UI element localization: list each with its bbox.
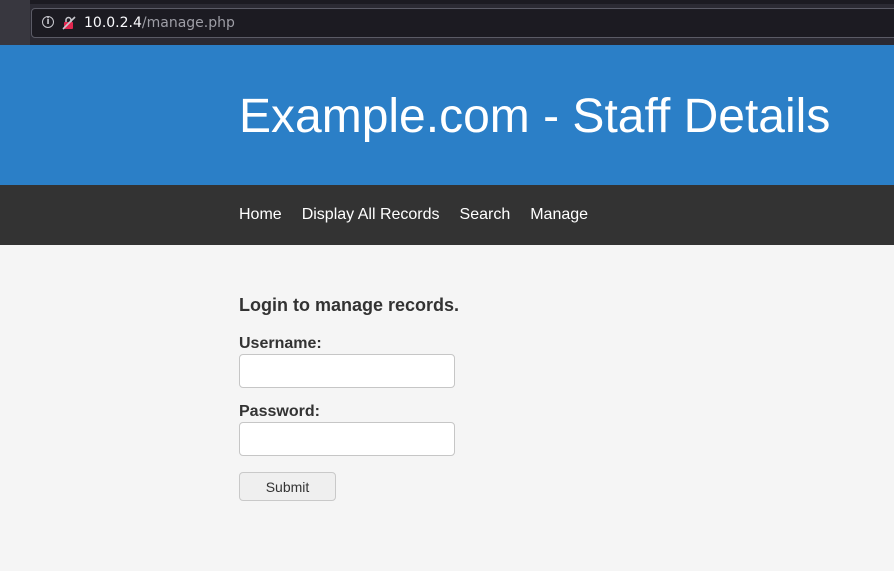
password-label: Password: — [239, 403, 320, 420]
url-text[interactable]: 10.0.2.4/manage.php — [84, 15, 235, 31]
url-host: 10.0.2.4 — [84, 15, 142, 31]
site-title: Example.com - Staff Details — [239, 90, 831, 143]
username-input[interactable] — [239, 354, 455, 388]
address-bar[interactable]: i 10.0.2.4/manage.php — [31, 8, 894, 38]
submit-button[interactable]: Submit — [239, 472, 336, 501]
info-icon[interactable]: i — [42, 16, 54, 28]
tab-strip-edge — [0, 0, 894, 4]
login-form: Username: Password: Submit — [239, 335, 659, 501]
nav-link-manage[interactable]: Manage — [530, 206, 588, 226]
username-label: Username: — [239, 335, 322, 352]
nav-link-display-all-records[interactable]: Display All Records — [302, 206, 440, 226]
site-header: Example.com - Staff Details — [0, 45, 894, 185]
url-path: /manage.php — [141, 15, 235, 31]
insecure-connection-icon[interactable] — [62, 16, 76, 30]
main-content: Login to manage records. Username: Passw… — [239, 295, 659, 501]
login-heading: Login to manage records. — [239, 295, 460, 315]
browser-toolbar: i 10.0.2.4/manage.php — [0, 0, 894, 45]
toolbar-left-edge — [0, 0, 30, 45]
main-nav: Home Display All Records Search Manage — [0, 185, 894, 245]
nav-list: Home Display All Records Search Manage — [239, 185, 608, 245]
password-input[interactable] — [239, 422, 455, 456]
nav-link-home[interactable]: Home — [239, 206, 282, 226]
nav-link-search[interactable]: Search — [460, 206, 511, 226]
